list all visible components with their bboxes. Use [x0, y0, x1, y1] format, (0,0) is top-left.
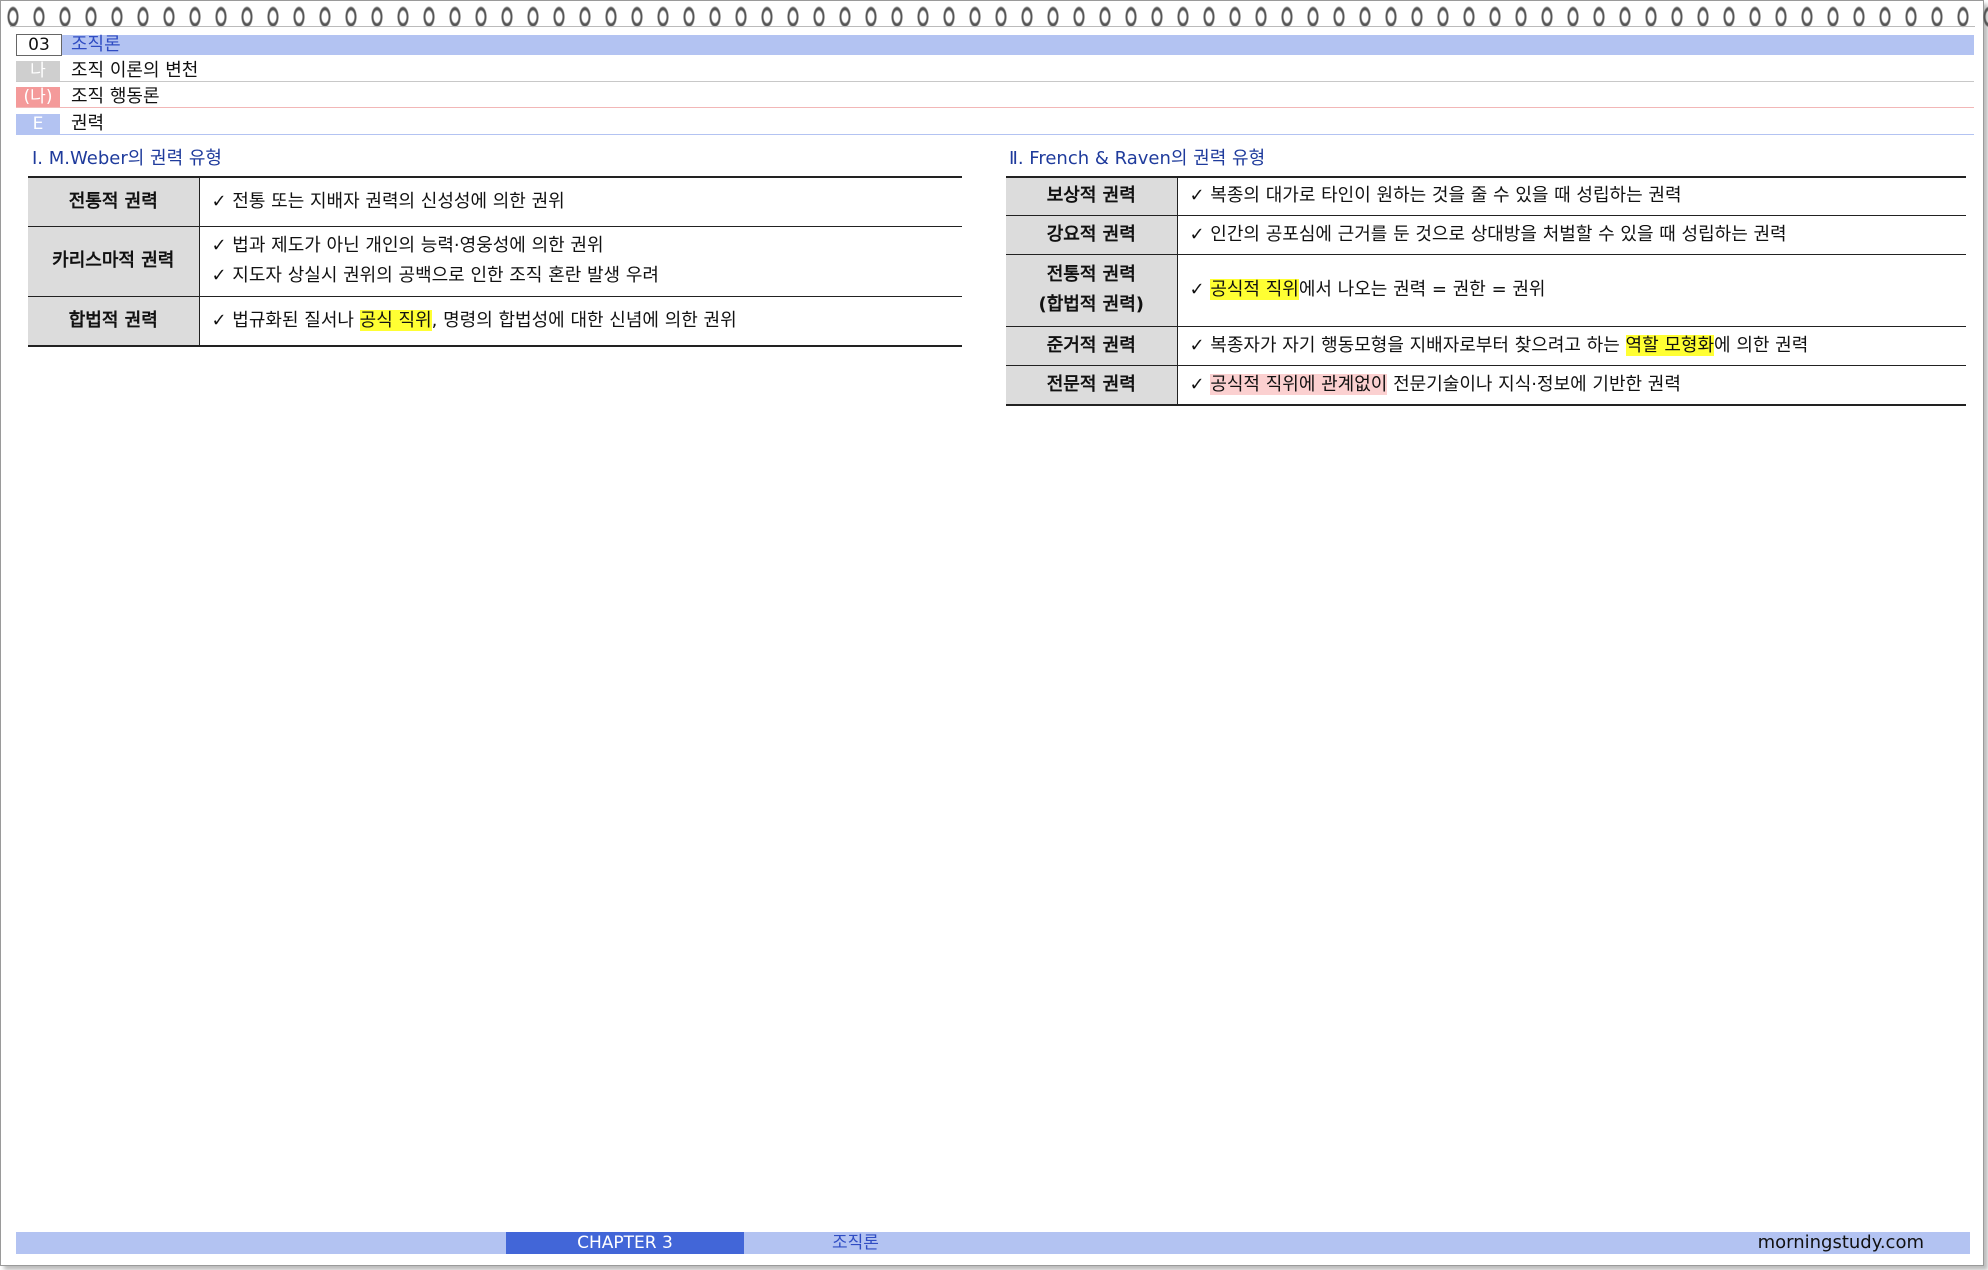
weber-section-title: Ⅰ. M.Weber의 권력 유형 — [32, 148, 222, 169]
text-segment: 에서 나오는 권력 = 권한 = 권위 — [1298, 279, 1546, 300]
french-raven-power-table: 보상적 권력 ✓ 복종의 대가로 타인이 원하는 것을 줄 수 있을 때 성립하… — [1006, 176, 1966, 406]
section-header-row: 나 조직 이론의 변천 — [16, 61, 1974, 82]
text-segment: ✓ — [1189, 373, 1211, 395]
french-raven-section-title: Ⅱ. French & Raven의 권력 유형 — [1009, 148, 1266, 169]
row-description: ✓ 지도자 상실시 권위의 공백으로 인한 조직 혼란 발생 우려 — [211, 265, 659, 286]
table-row: 보상적 권력 ✓ 복종의 대가로 타인이 원하는 것을 줄 수 있을 때 성립하… — [1006, 176, 1966, 215]
row-description: ✓ 복종자가 자기 행동모형을 지배자로부터 찾으려고 하는 역할 모형화에 의… — [1190, 331, 1967, 361]
chapter-label: CHAPTER 3 — [506, 1232, 744, 1254]
text-segment: ✓ 법규화된 질서나 — [211, 309, 360, 331]
row-description: ✓ 인간의 공포심에 근거를 둔 것으로 상대방을 처벌할 수 있을 때 성립하… — [1189, 223, 1787, 245]
spiral-binding — [0, 0, 1988, 28]
highlighted-text: 공식적 직위에 관계없이 — [1210, 373, 1388, 395]
row-label: 강요적 권력 — [1006, 214, 1178, 254]
highlighted-text: 공식 직위 — [359, 309, 432, 331]
table-row: 준거적 권력 ✓ 복종자가 자기 행동모형을 지배자로부터 찾으려고 하는 역할… — [1006, 325, 1967, 365]
row-label: 전문적 권력 — [1006, 364, 1178, 405]
table-row: 합법적 권력 ✓ 법규화된 질서나 공식 직위, 명령의 합법성에 대한 신념에… — [28, 295, 963, 346]
subsection-marker: (나) — [16, 87, 60, 107]
table-row: 전문적 권력 ✓ 공식적 직위에 관계없이 전문기술이나 지식·정보에 기반한 … — [1006, 364, 1967, 405]
row-label: 보상적 권력 — [1006, 176, 1178, 215]
row-label: 합법적 권력 — [28, 295, 200, 346]
section-title: 조직 이론의 변천 — [71, 60, 199, 81]
chapter-number: 03 — [16, 34, 62, 56]
table-row: 카리스마적 권력 ✓ 법과 제도가 아닌 개인의 능력·영웅성에 의한 권위 ✓… — [28, 225, 962, 296]
subsection-title: 조직 행동론 — [71, 86, 160, 107]
highlighted-text: 공식적 직위 — [1210, 279, 1299, 300]
topic-marker: E — [16, 114, 60, 134]
binding-divider — [10, 26, 1975, 27]
section-marker: 나 — [16, 61, 60, 81]
row-label: 전통적 권력 (합법적 권력) — [1006, 253, 1178, 326]
topic-header-row: E 권력 — [16, 114, 1974, 135]
row-label-line: 전통적 권력 — [1046, 264, 1136, 285]
footer-title: 조직론 — [832, 1233, 879, 1253]
row-label: 준거적 권력 — [1006, 325, 1178, 365]
chapter-header-row: 03 조직론 — [16, 34, 1974, 56]
row-label: 전통적 권력 — [28, 176, 200, 226]
table-row: 전통적 권력 ✓ 전통 또는 지배자 권력의 신성성에 의한 권위 — [28, 176, 962, 226]
table-row: 강요적 권력 ✓ 인간의 공포심에 근거를 둔 것으로 상대방을 처벌할 수 있… — [1006, 214, 1966, 254]
site-name: morningstudy.com — [1757, 1232, 1924, 1253]
row-description: ✓ 복종의 대가로 타인이 원하는 것을 줄 수 있을 때 성립하는 권력 — [1189, 185, 1682, 207]
row-label-line: (합법적 권력) — [1038, 294, 1145, 315]
row-label: 카리스마적 권력 — [28, 225, 200, 296]
row-description: ✓ 전통 또는 지배자 권력의 신성성에 의한 권위 — [211, 190, 565, 212]
row-description: ✓ 법규화된 질서나 공식 직위, 명령의 합법성에 대한 신념에 의한 권위 — [212, 306, 963, 336]
text-segment: ✓ 복종자가 자기 행동모형을 지배자로부터 찾으려고 하는 — [1189, 334, 1626, 356]
highlighted-text: 역할 모형화 — [1625, 334, 1715, 356]
row-description: ✓ 법과 제도가 아닌 개인의 능력·영웅성에 의한 권위 — [211, 235, 604, 256]
weber-power-table: 전통적 권력 ✓ 전통 또는 지배자 권력의 신성성에 의한 권위 카리스마적 … — [28, 176, 962, 347]
text-segment: , 명령의 합법성에 대한 신념에 의한 권위 — [431, 309, 737, 331]
table-row: 전통적 권력 (합법적 권력) ✓ 공식적 직위에서 나오는 권력 = 권한 = … — [1006, 253, 1967, 326]
subsection-header-row: (나) 조직 행동론 — [16, 87, 1974, 108]
chapter-title: 조직론 — [71, 34, 121, 55]
text-segment: 에 의한 권력 — [1714, 334, 1809, 356]
row-description: ✓ 공식적 직위에서 나오는 권력 = 권한 = 권위 — [1190, 275, 1967, 305]
text-segment: ✓ — [1189, 279, 1211, 300]
row-description: ✓ 공식적 직위에 관계없이 전문기술이나 지식·정보에 기반한 권력 — [1190, 370, 1967, 400]
text-segment: 전문기술이나 지식·정보에 기반한 권력 — [1387, 373, 1681, 395]
page-footer: CHAPTER 3 조직론 morningstudy.com — [16, 1232, 1970, 1254]
topic-title: 권력 — [71, 113, 105, 134]
